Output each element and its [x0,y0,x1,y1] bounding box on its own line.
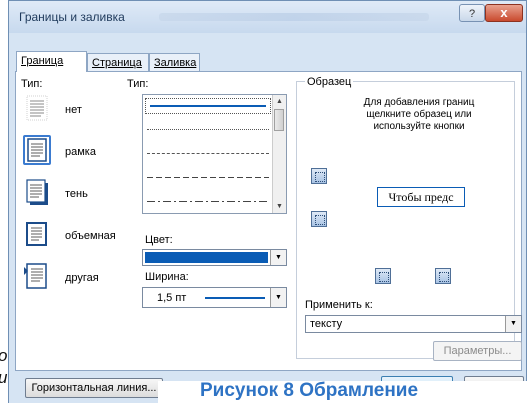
color-dropdown[interactable]: ▼ [142,249,287,266]
top-border-button[interactable] [311,168,327,184]
style-option-dashed-small[interactable] [147,153,269,154]
help-button[interactable]: ? [459,4,485,22]
preset-box-label: рамка [65,146,96,158]
border-3d-icon [23,219,51,249]
tab-page-border-label: Страница [92,57,142,69]
tab-shading[interactable]: Заливка [149,53,200,71]
border-none-icon [23,93,51,123]
document-text-fragment: и [0,368,7,388]
color-label: Цвет: [145,234,173,246]
preset-shadow-label: тень [65,188,88,200]
chevron-down-icon[interactable]: ▼ [270,250,286,265]
tab-border[interactable]: Граница [16,51,87,72]
tab-page-border[interactable]: Страница [87,53,149,71]
tab-shading-label: Заливка [154,57,197,69]
figure-caption: Рисунок 8 Обрамление [200,380,419,401]
border-custom-icon [23,261,51,291]
style-option-solid[interactable] [145,98,271,114]
tab-border-label: Граница [21,55,64,67]
color-swatch [145,252,268,263]
bottom-border-button[interactable] [311,211,327,227]
preset-none-label: нет [65,104,82,116]
scroll-thumb[interactable] [274,109,284,131]
options-button[interactable]: Параметры... [433,341,522,361]
borders-dialog: Границы и заливка ? x Граница Страница З… [8,0,527,403]
dialog-title: Границы и заливка [19,10,125,24]
scroll-up-icon[interactable]: ▲ [273,95,286,108]
document-text-fragment: о [0,346,7,366]
style-option-dashed[interactable] [147,177,269,178]
width-label: Ширина: [145,271,189,283]
style-option-dotted[interactable] [147,129,269,130]
right-border-button[interactable] [435,268,451,284]
preset-custom-label: другая [65,272,99,284]
width-sample-line [205,297,265,299]
preview-hint: Для добавления границ щелкните образец и… [363,97,475,132]
border-box-icon [23,135,51,165]
close-button[interactable]: x [485,4,523,22]
style-listbox[interactable]: ▲ ▼ [142,94,287,214]
preset-3d-label: объемная [65,230,116,242]
horizontal-line-button[interactable]: Горизонтальная линия... [25,378,163,398]
title-bar-background [159,13,429,21]
width-value: 1,5 пт [157,292,187,304]
style-option-dash-dot[interactable] [147,201,269,202]
left-border-button[interactable] [375,268,391,284]
chevron-down-icon[interactable]: ▼ [270,288,286,307]
apply-to-dropdown[interactable]: тексту ▼ [305,315,522,333]
style-scrollbar[interactable]: ▲ ▼ [272,95,286,213]
preview-sample[interactable]: Чтобы предс [377,187,465,207]
chevron-down-icon[interactable]: ▼ [505,316,521,332]
title-bar[interactable]: Границы и заливка ? x [9,1,526,33]
apply-to-label: Применить к: [305,299,373,311]
preview-label: Образец [305,76,354,88]
style-label: Тип: [127,78,149,90]
width-dropdown[interactable]: 1,5 пт ▼ [142,287,287,308]
apply-to-value: тексту [310,318,343,330]
border-shadow-icon [23,177,51,207]
scroll-down-icon[interactable]: ▼ [273,200,286,213]
setting-label: Тип: [21,78,43,90]
